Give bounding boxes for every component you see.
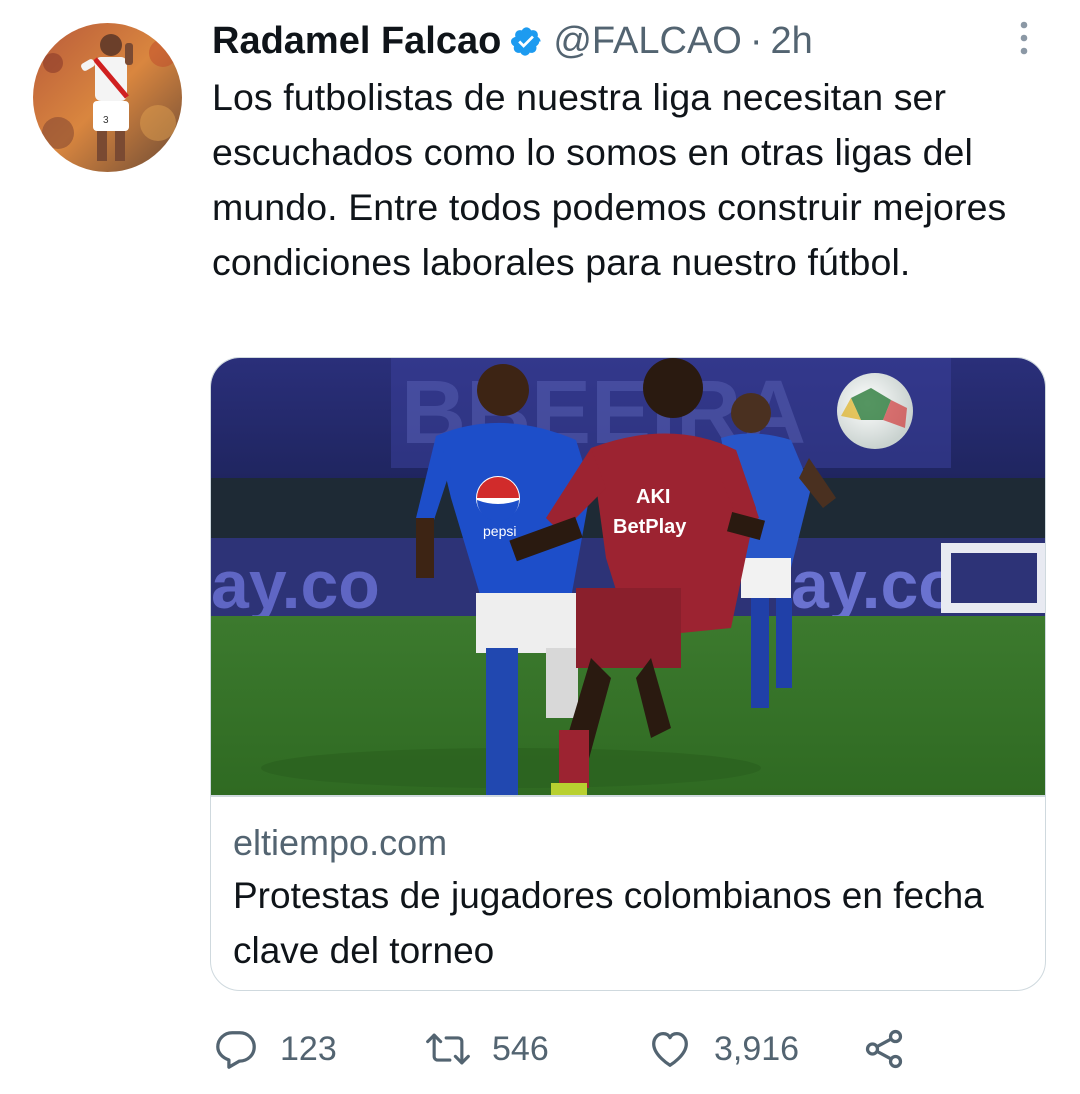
sponsor-right-text: ay.co [791,547,960,623]
card-title: Protestas de jugadores colombianos en fe… [233,875,984,971]
tweet-timestamp[interactable]: 2h [771,20,813,63]
heart-icon [646,1025,694,1073]
retweet-button[interactable]: 546 [424,1022,549,1076]
author-avatar[interactable]: 3 [33,23,182,172]
tweet-header: Radamel Falcao @FALCAO · 2h [212,16,813,66]
more-vertical-icon [1020,21,1028,55]
link-card[interactable]: BBEEIRA ay.co ay.co pepsi AKI BetPlay el… [210,357,1046,991]
shirt-red-text-2: BetPlay [613,516,687,538]
svg-text:3: 3 [103,115,109,126]
separator-dot: · [749,19,763,62]
verified-badge-icon [510,25,543,58]
share-icon [860,1025,908,1073]
card-image: BBEEIRA ay.co ay.co pepsi AKI BetPlay [211,358,1045,796]
reply-button[interactable]: 123 [212,1022,337,1076]
card-domain: eltiempo.com [233,822,448,863]
shirt-red-text-1: AKI [636,486,670,508]
tweet-text: Los futbolistas de nuestra liga necesita… [212,76,1007,283]
shirt-blue-text: pepsi [483,523,516,539]
reply-count: 123 [280,1029,337,1068]
tweet-actions: 123 546 3,916 [212,1022,1032,1076]
like-count: 3,916 [714,1029,800,1068]
like-button[interactable]: 3,916 [646,1022,799,1076]
retweet-count: 546 [492,1029,549,1068]
card-divider [211,795,1045,797]
more-options-button[interactable] [1008,18,1040,58]
author-name[interactable]: Radamel Falcao [212,20,501,63]
share-button[interactable] [860,1022,908,1076]
avatar-image: 3 [33,23,182,172]
sponsor-left-text: ay.co [211,547,380,623]
author-handle[interactable]: @FALCAO [553,20,742,63]
retweet-icon [424,1025,472,1073]
reply-icon [212,1025,260,1073]
